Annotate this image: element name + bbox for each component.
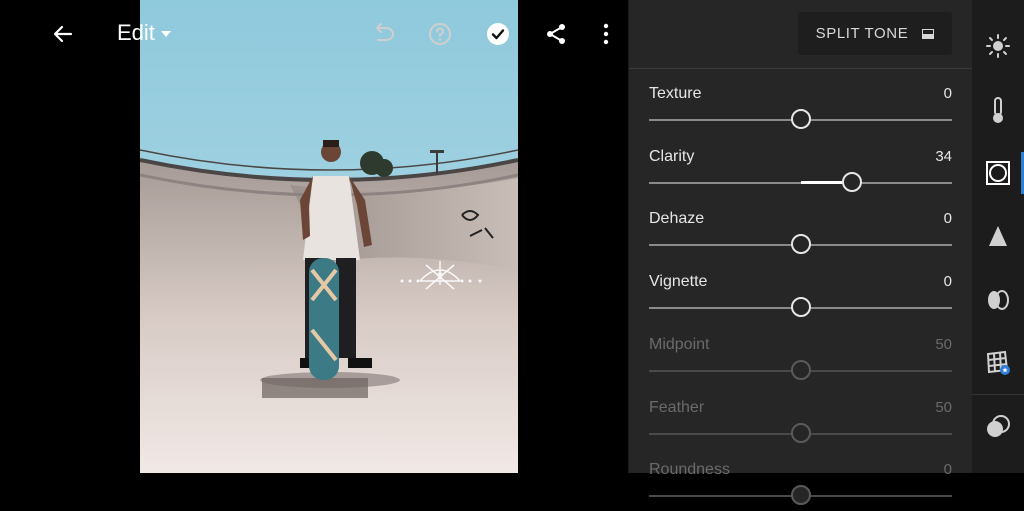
slider-label: Texture	[649, 85, 702, 102]
slider-clarity[interactable]: Clarity 34	[649, 148, 952, 198]
color-tool-button[interactable]	[978, 90, 1018, 130]
slider-texture[interactable]: Texture 0	[649, 85, 952, 135]
slider-knob[interactable]	[790, 109, 811, 129]
slider-label: Clarity	[649, 147, 695, 165]
split-tone-button[interactable]: SPLIT TONE	[798, 12, 952, 55]
detail-icon	[989, 226, 1007, 246]
tool-rail	[972, 0, 1024, 473]
slider-knob	[790, 485, 811, 506]
presets-icon	[987, 415, 1010, 437]
back-arrow-icon	[53, 25, 73, 43]
slider-value: 34	[935, 147, 952, 165]
undo-icon	[376, 23, 394, 41]
slider-knob	[790, 359, 811, 380]
edit-mode-dropdown[interactable]: Edit	[117, 20, 171, 46]
back-button[interactable]	[43, 14, 83, 54]
checkmark-icon	[487, 23, 509, 45]
effects-panel: SPLIT TONE Texture 0 Clarity 34 Dehaze 0 Vigne…	[628, 0, 972, 506]
panel-header: SPLIT TONE	[629, 0, 972, 69]
slider-value: 0	[943, 210, 952, 228]
optics-tool-button[interactable]	[978, 280, 1018, 320]
share-icon	[547, 24, 565, 44]
slider-value: 50	[935, 398, 952, 416]
slider-label: Midpoint	[649, 335, 710, 353]
top-toolbar: Edit	[0, 0, 628, 68]
more-vertical-icon	[603, 23, 609, 45]
light-tool-button[interactable]	[978, 26, 1018, 66]
page-title: Edit	[117, 20, 155, 45]
skatepark-photo	[140, 0, 518, 473]
slider-value: 0	[943, 461, 952, 479]
color-temperature-icon	[993, 97, 1003, 123]
slider-knob[interactable]	[790, 234, 811, 255]
photo-canvas[interactable]: Edit	[0, 0, 628, 473]
light-icon	[986, 34, 1010, 58]
geometry-tool-button[interactable]	[978, 343, 1018, 383]
presets-tool-button[interactable]	[978, 407, 1018, 447]
slider-knob[interactable]	[790, 297, 811, 318]
slider-roundness: Roundness 0	[649, 461, 952, 511]
effects-icon	[986, 161, 1010, 185]
slider-value: 0	[943, 85, 952, 102]
split-tone-icon	[922, 28, 935, 39]
chevron-down-icon	[160, 31, 171, 37]
slider-knob[interactable]	[842, 171, 862, 192]
slider-label: Roundness	[649, 461, 730, 479]
slider-value: 0	[943, 273, 952, 291]
geometry-icon	[986, 350, 1010, 375]
slider-value: 50	[935, 335, 952, 353]
slider-label: Vignette	[649, 273, 708, 291]
detail-tool-button[interactable]	[978, 216, 1018, 256]
slider-feather: Feather 50	[649, 399, 952, 449]
slider-vignette[interactable]: Vignette 0	[649, 273, 952, 323]
slider-midpoint: Midpoint 50	[649, 336, 952, 386]
split-tone-label: SPLIT TONE	[815, 25, 909, 42]
undo-button[interactable]	[362, 14, 402, 54]
optics-icon	[988, 290, 1009, 310]
effects-tool-button[interactable]	[978, 153, 1018, 193]
more-button[interactable]	[586, 14, 626, 54]
done-button[interactable]	[478, 14, 518, 54]
slider-label: Dehaze	[649, 210, 705, 228]
help-icon	[429, 23, 451, 45]
slider-dehaze[interactable]: Dehaze 0	[649, 210, 952, 260]
help-button[interactable]	[420, 14, 460, 54]
share-button[interactable]	[536, 14, 576, 54]
rail-divider	[972, 394, 1024, 395]
slider-label: Feather	[649, 398, 705, 416]
photo-preview[interactable]	[140, 0, 518, 473]
slider-knob	[790, 422, 811, 443]
